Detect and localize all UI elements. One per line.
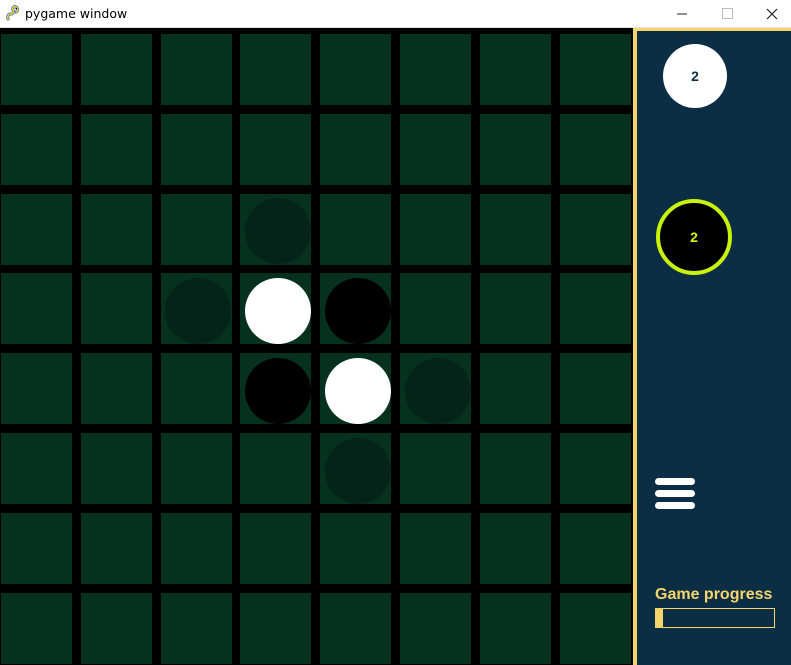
board-cell[interactable] (480, 34, 551, 105)
minimize-button[interactable] (659, 0, 705, 27)
board-cell[interactable] (161, 194, 232, 265)
board-cell[interactable] (161, 433, 232, 504)
board-cell[interactable] (480, 353, 551, 424)
board-cell[interactable] (1, 513, 72, 584)
board-cell[interactable] (560, 353, 631, 424)
board-cell[interactable] (320, 593, 391, 664)
black-score-value: 2 (690, 229, 698, 245)
white-score-value: 2 (691, 68, 699, 84)
board-cell[interactable] (81, 513, 152, 584)
board-cell[interactable] (480, 513, 551, 584)
board-cell[interactable] (400, 34, 471, 105)
game-board (0, 28, 633, 665)
menu-bar (655, 490, 695, 497)
close-button[interactable] (749, 0, 791, 27)
board-cell[interactable] (560, 433, 631, 504)
board-cell[interactable] (161, 353, 232, 424)
board-cell[interactable] (480, 194, 551, 265)
menu-bar (655, 478, 695, 485)
board-cell[interactable] (240, 34, 311, 105)
board-cell[interactable] (480, 114, 551, 185)
title-bar: pygame window (0, 0, 791, 28)
side-panel (633, 28, 791, 665)
board-cell[interactable] (400, 593, 471, 664)
maximize-button[interactable] (704, 0, 750, 27)
window-title: pygame window (25, 6, 128, 21)
board-cell[interactable] (400, 194, 471, 265)
board-cell[interactable] (161, 114, 232, 185)
hamburger-menu-icon[interactable] (655, 478, 697, 520)
board-cell[interactable] (320, 513, 391, 584)
board-cell[interactable] (320, 34, 391, 105)
white-piece (325, 358, 391, 424)
board-cell[interactable] (480, 593, 551, 664)
pygame-snake-icon (6, 5, 19, 21)
board-cell[interactable] (1, 194, 72, 265)
board-cell[interactable] (1, 34, 72, 105)
board-cell[interactable] (240, 114, 311, 185)
progress-bar (655, 608, 775, 628)
white-score-disc: 2 (663, 44, 727, 108)
board-cell[interactable] (81, 593, 152, 664)
board-cell[interactable] (400, 513, 471, 584)
board-cell[interactable] (81, 273, 152, 344)
board-cell[interactable] (320, 114, 391, 185)
board-cell[interactable] (240, 513, 311, 584)
progress-label: Game progress (655, 586, 773, 603)
valid-move-hint[interactable] (165, 278, 231, 344)
board-cell[interactable] (81, 353, 152, 424)
board-cell[interactable] (560, 273, 631, 344)
board-cell[interactable] (560, 194, 631, 265)
board-cell[interactable] (480, 433, 551, 504)
black-piece (325, 278, 391, 344)
menu-bar (655, 502, 695, 509)
board-cell[interactable] (81, 194, 152, 265)
white-piece (245, 278, 311, 344)
close-icon (766, 8, 778, 19)
board-cell[interactable] (480, 273, 551, 344)
board-cell[interactable] (240, 433, 311, 504)
board-cell[interactable] (161, 513, 232, 584)
black-score-disc-active: 2 (656, 199, 732, 275)
board-cell[interactable] (161, 593, 232, 664)
board-cell[interactable] (560, 34, 631, 105)
board-cell[interactable] (1, 114, 72, 185)
black-piece (245, 358, 311, 424)
board-cell[interactable] (320, 194, 391, 265)
board-cell[interactable] (400, 273, 471, 344)
board-cell[interactable] (81, 433, 152, 504)
board-cell[interactable] (560, 593, 631, 664)
board-cell[interactable] (1, 273, 72, 344)
board-cell[interactable] (1, 353, 72, 424)
board-cell[interactable] (1, 433, 72, 504)
board-cell[interactable] (400, 433, 471, 504)
board-cell[interactable] (161, 34, 232, 105)
board-cell[interactable] (560, 114, 631, 185)
board-cell[interactable] (81, 34, 152, 105)
board-cell[interactable] (1, 593, 72, 664)
board-cell[interactable] (400, 114, 471, 185)
minimize-icon (676, 13, 687, 15)
board-cell[interactable] (81, 114, 152, 185)
board-cell[interactable] (560, 513, 631, 584)
valid-move-hint[interactable] (245, 198, 311, 264)
valid-move-hint[interactable] (405, 358, 471, 424)
progress-fill (656, 609, 664, 627)
maximize-icon (721, 8, 733, 19)
board-cell[interactable] (240, 593, 311, 664)
valid-move-hint[interactable] (325, 438, 391, 504)
